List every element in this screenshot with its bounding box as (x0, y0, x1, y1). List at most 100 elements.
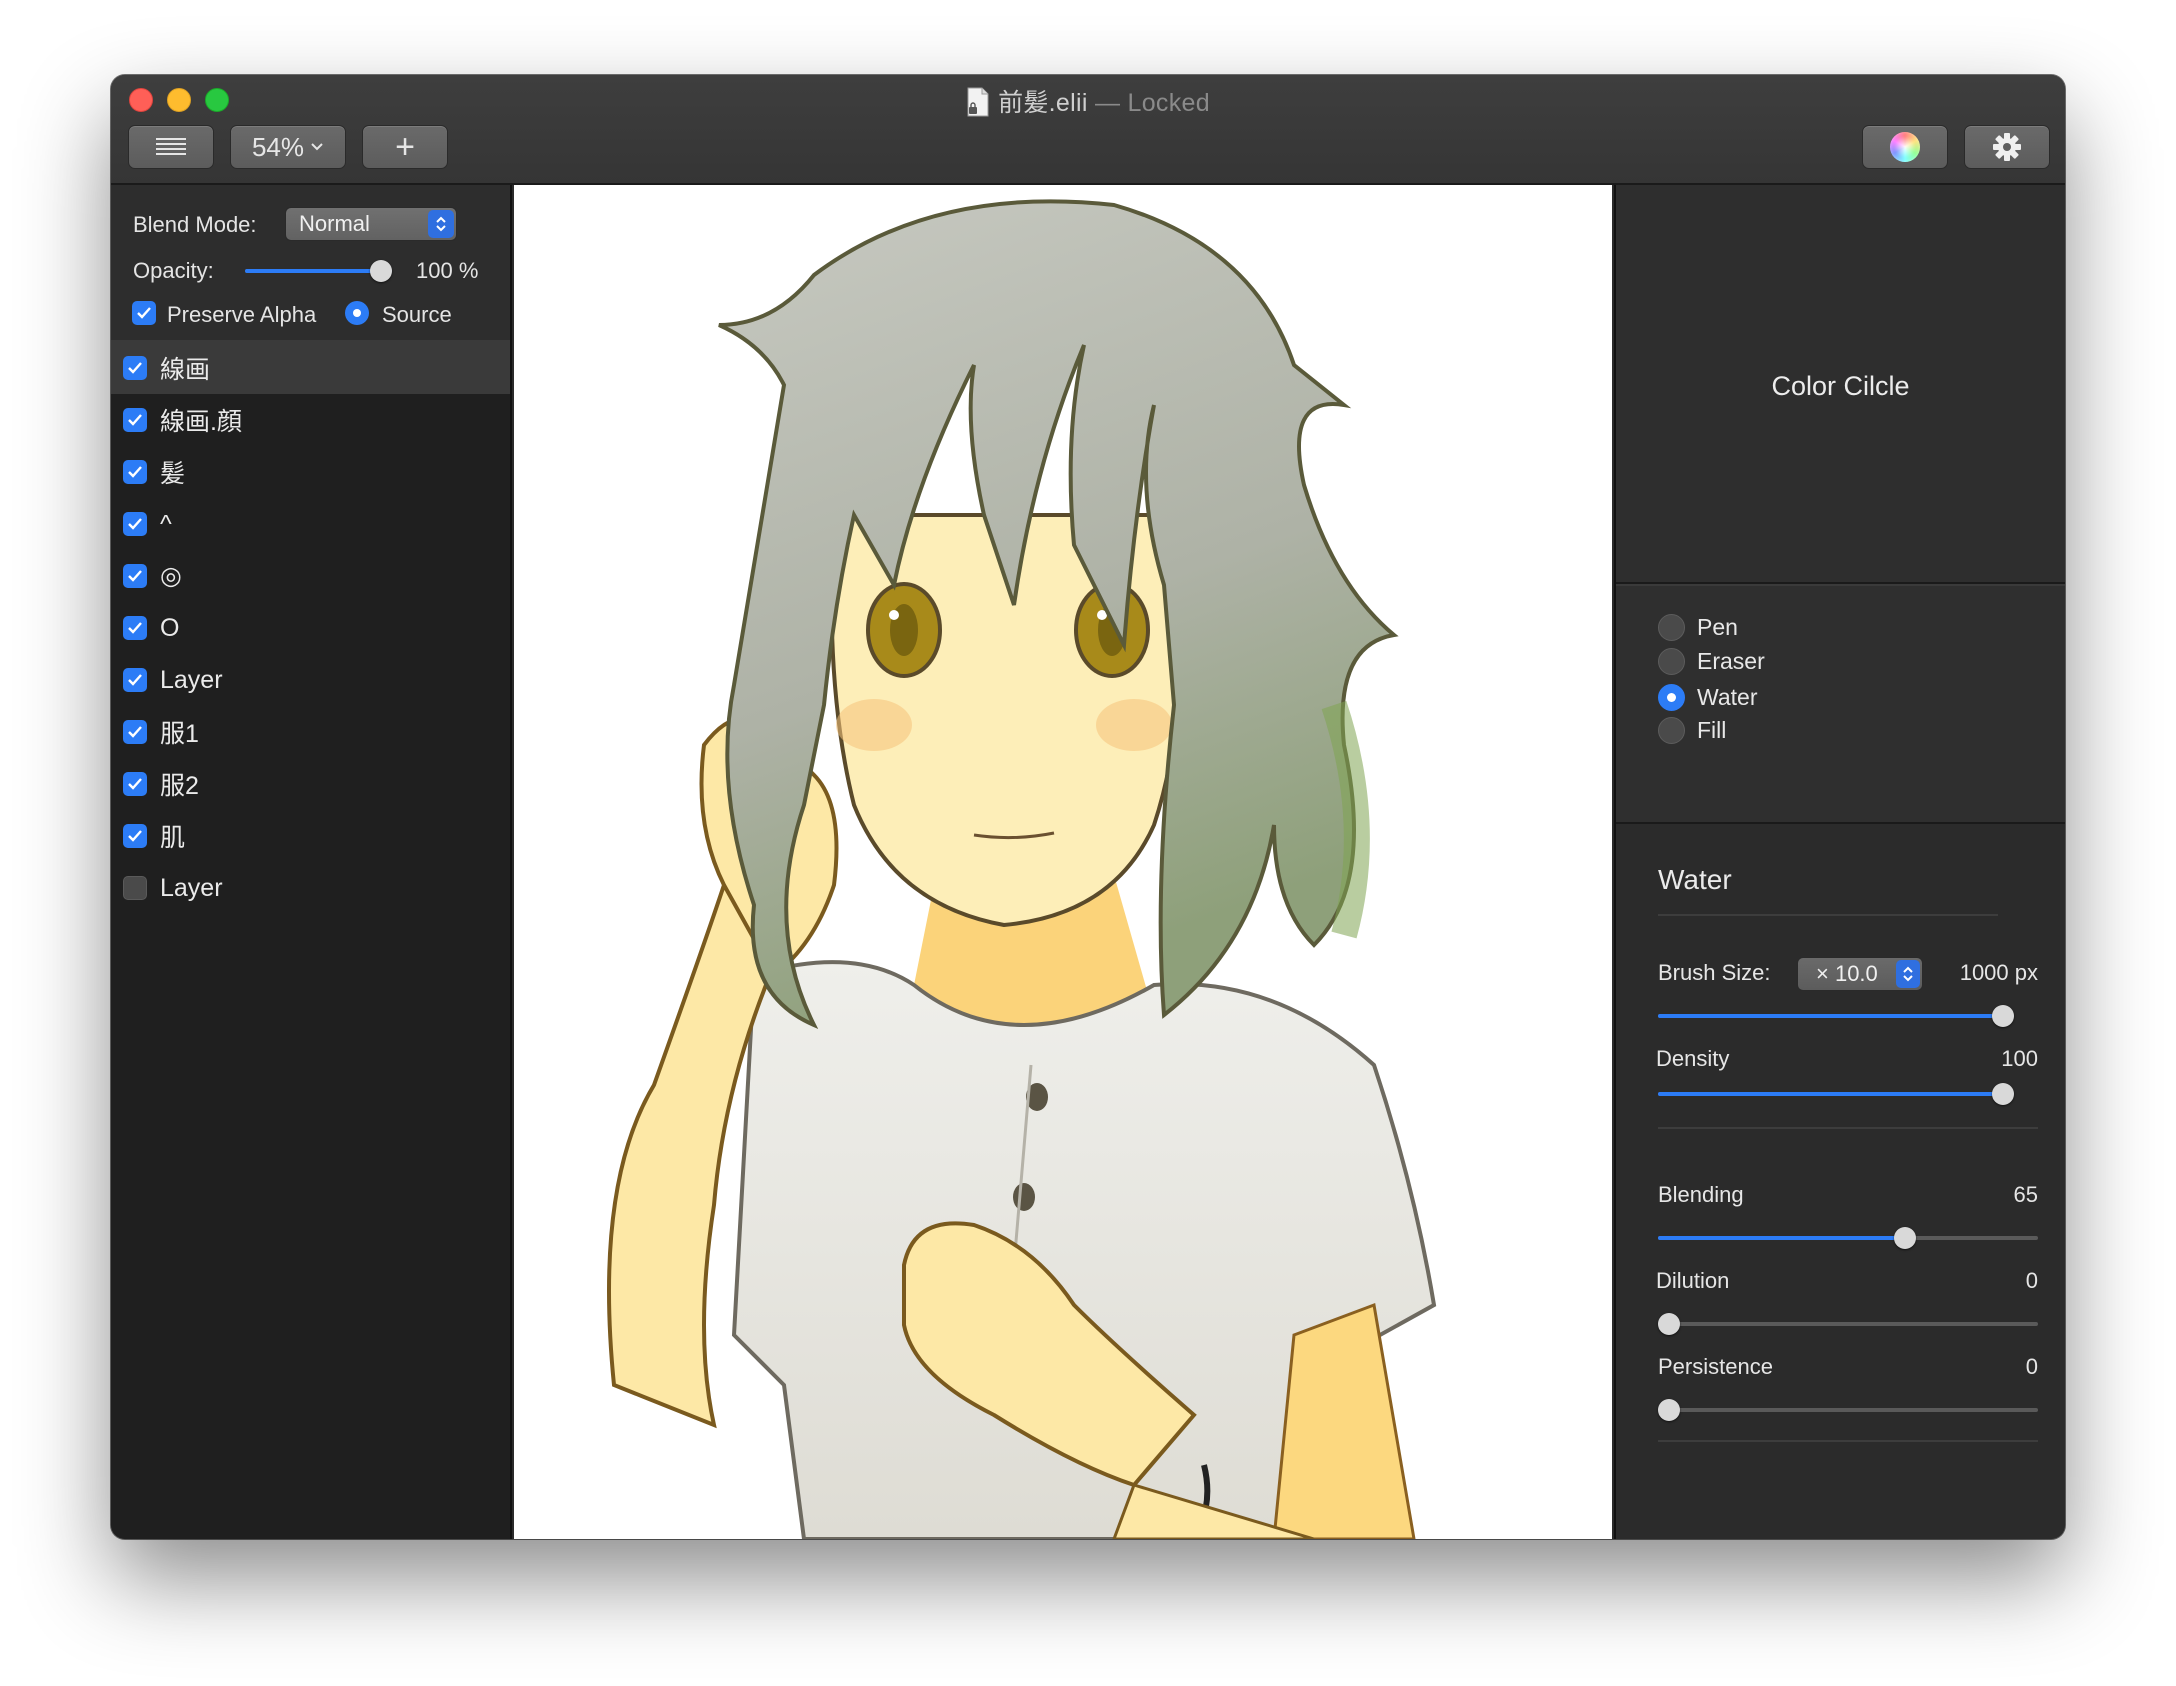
tool-label: Pen (1697, 614, 1738, 640)
color-circle-caption: Color Cilcle (1771, 371, 1910, 401)
tool-radio[interactable] (1658, 684, 1685, 711)
layer-name: 線画.顔 (160, 408, 242, 436)
tool-label: Fill (1697, 717, 1727, 743)
opacity-slider-knob[interactable] (370, 260, 392, 282)
layers-list-button[interactable] (128, 125, 214, 169)
layer-visibility-checkbox[interactable] (123, 772, 147, 796)
persistence-slider[interactable] (1658, 1399, 2038, 1421)
layer-row[interactable]: ^ (111, 498, 510, 550)
blending-slider[interactable] (1658, 1227, 2038, 1249)
checkmark-icon (128, 362, 142, 374)
plus-icon: + (395, 127, 415, 166)
layer-name: ^ (160, 509, 172, 538)
brush-size-value: 1000 px (1959, 960, 2038, 985)
dilution-value: 0 (2025, 1268, 2038, 1293)
checkmark-icon (128, 518, 142, 530)
checkmark-icon (128, 778, 142, 790)
layer-row[interactable]: O (111, 602, 510, 654)
gear-icon (1993, 133, 2021, 161)
blending-value: 65 (2013, 1182, 2038, 1207)
checkmark-icon (128, 674, 142, 686)
app-window: 前髪.elii — Locked 54% + Blend Mode: Norma… (111, 75, 2065, 1539)
dilution-slider-knob[interactable] (1658, 1313, 1680, 1335)
file-name: 前髪.elii (998, 89, 1088, 117)
window-title: 前髪.elii — Locked (111, 83, 2065, 119)
dilution-label: Dilution (1656, 1268, 1730, 1293)
density-slider[interactable] (1658, 1083, 2014, 1105)
tool-radio[interactable] (1658, 648, 1685, 675)
tool-label: Eraser (1697, 648, 1765, 674)
persistence-slider-knob[interactable] (1658, 1399, 1680, 1421)
layer-row[interactable]: 服1 (111, 706, 510, 758)
brush-size-slider-fill (1658, 1014, 2014, 1018)
persistence-label: Persistence (1658, 1354, 1773, 1379)
brush-size-slider[interactable] (1658, 1005, 2014, 1027)
blend-mode-select[interactable]: Normal (285, 207, 457, 241)
checkmark-icon (128, 830, 142, 842)
density-label: Density (1656, 1046, 1730, 1071)
density-slider-knob[interactable] (1992, 1083, 2014, 1105)
checkmark-icon (128, 622, 142, 634)
opacity-label: Opacity: (133, 258, 214, 283)
layer-row[interactable]: ◎ (111, 550, 510, 602)
layer-row[interactable]: 服2 (111, 758, 510, 810)
layer-properties: Blend Mode: Normal Opacity: 100 % Preser… (111, 185, 510, 342)
layer-visibility-checkbox[interactable] (123, 460, 147, 484)
layer-visibility-checkbox[interactable] (123, 564, 147, 588)
layer-name: 服2 (160, 772, 199, 800)
zoom-dropdown[interactable]: 54% (230, 125, 346, 169)
layer-visibility-checkbox[interactable] (123, 616, 147, 640)
preserve-alpha-checkbox[interactable] (132, 301, 156, 325)
layer-visibility-checkbox[interactable] (123, 408, 147, 432)
layer-visibility-checkbox[interactable] (123, 356, 147, 380)
layer-row[interactable]: 線画 (111, 342, 510, 394)
layer-row[interactable]: 髪 (111, 446, 510, 498)
layer-row[interactable]: 肌 (111, 810, 510, 862)
layer-name: 線画 (160, 356, 211, 384)
zoom-value: 54% (251, 131, 305, 162)
blending-slider-knob[interactable] (1894, 1227, 1916, 1249)
stepper-icon (428, 210, 454, 238)
layer-list: 線画 線画.顔髪 ^ ◎ O Layer 服1 服2 肌 Layer (111, 342, 510, 914)
brush-size-slider-knob[interactable] (1992, 1005, 2014, 1027)
layer-name: 服1 (160, 720, 199, 748)
color-panel-button[interactable] (1862, 125, 1948, 169)
layer-visibility-checkbox[interactable] (123, 824, 147, 848)
dilution-slider[interactable] (1658, 1313, 2038, 1335)
opacity-value: 100 % (416, 258, 479, 283)
density-slider-fill (1658, 1092, 2014, 1096)
add-layer-button[interactable]: + (362, 125, 448, 169)
blend-mode-value: Normal (299, 211, 370, 236)
color-circle-panel[interactable]: Color Cilcle (1616, 185, 2065, 584)
density-value: 100 (2001, 1046, 2038, 1071)
layer-row[interactable]: Layer (111, 862, 510, 914)
blend-mode-label: Blend Mode: (133, 212, 257, 237)
list-icon (156, 138, 186, 155)
tool-option-water[interactable]: Water (1658, 684, 1758, 711)
tool-radio[interactable] (1658, 614, 1685, 641)
tool-option-pen[interactable]: Pen (1658, 614, 1738, 641)
tools-panel: Color Cilcle Pen Eraser Water Fill Water Br… (1614, 185, 2065, 1539)
layer-visibility-checkbox[interactable] (123, 668, 147, 692)
layer-name: ◎ (160, 562, 182, 590)
tool-selector: Pen Eraser Water Fill (1616, 584, 2065, 824)
brush-settings: Water Brush Size: × 10.0 1000 px Density… (1616, 824, 2065, 1537)
checkmark-icon (137, 307, 151, 319)
source-label: Source (382, 302, 452, 327)
tool-option-eraser[interactable]: Eraser (1658, 648, 1765, 675)
layer-row[interactable]: Layer (111, 654, 510, 706)
lock-status: Locked (1127, 89, 1210, 117)
layer-name: 肌 (160, 824, 186, 852)
settings-button[interactable] (1964, 125, 2050, 169)
brush-size-multiplier-value: × 10.0 (1816, 961, 1878, 986)
layer-row[interactable]: 線画.顔 (111, 394, 510, 446)
tool-option-fill[interactable]: Fill (1658, 717, 1726, 744)
drawing-canvas[interactable] (514, 185, 1612, 1539)
layer-visibility-checkbox[interactable] (123, 720, 147, 744)
layer-visibility-checkbox[interactable] (123, 512, 147, 536)
source-radio[interactable] (345, 301, 369, 325)
tool-radio[interactable] (1658, 717, 1685, 744)
layer-visibility-checkbox[interactable] (123, 876, 147, 900)
opacity-slider[interactable] (245, 260, 392, 282)
brush-size-multiplier[interactable]: × 10.0 (1797, 957, 1923, 991)
